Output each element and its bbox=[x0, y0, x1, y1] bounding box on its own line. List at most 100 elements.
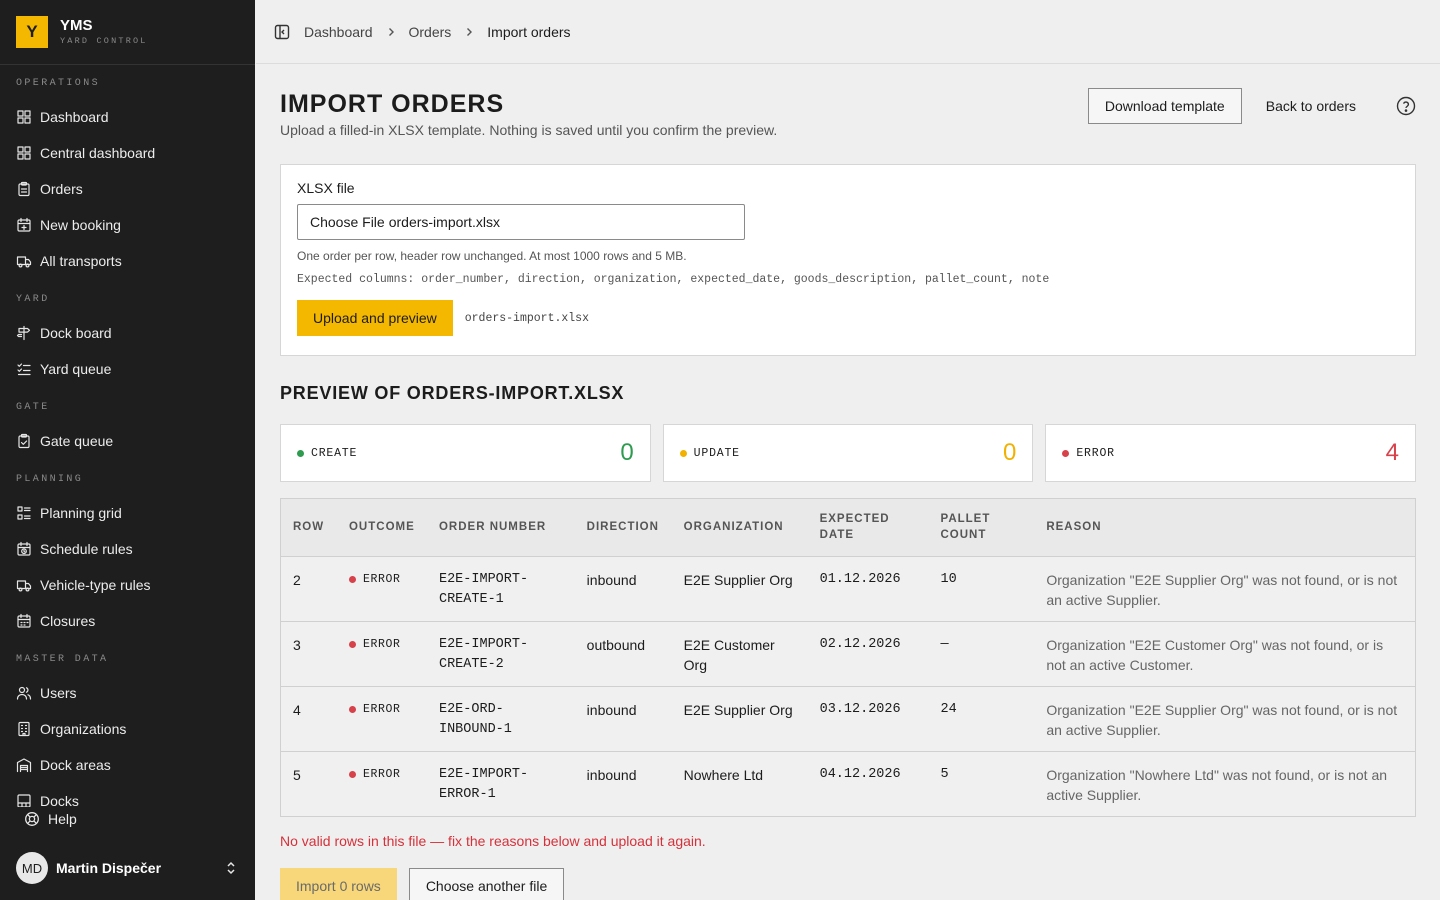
truck-icon bbox=[16, 580, 32, 592]
choose-another-file-button[interactable]: Choose another file bbox=[408, 868, 565, 900]
users-icon bbox=[16, 686, 32, 700]
cell-row: 5 bbox=[293, 766, 301, 783]
download-template-button[interactable]: Download template bbox=[1087, 88, 1242, 124]
outcome-label: ERROR bbox=[362, 637, 401, 651]
sidebar-item-dock-board[interactable]: Dock board bbox=[0, 315, 255, 351]
main: Dashboard Orders Import orders IMPORT OR… bbox=[256, 0, 1440, 900]
sidebar-item-new-booking[interactable]: New booking bbox=[0, 207, 255, 243]
cell-reason: Organization "E2E Supplier Org" was not … bbox=[1034, 686, 1415, 752]
sidebar-item-label: Users bbox=[40, 685, 77, 701]
brand: Y YMS YARD CONTROL bbox=[0, 0, 255, 65]
page-title: IMPORT ORDERS bbox=[280, 90, 505, 118]
cell-reason: Organization "E2E Customer Org" was not … bbox=[1034, 621, 1415, 687]
table-row: 3 ERROR E2E-IMPORT-CREATE-2 outbound E2E Cus… bbox=[281, 621, 1415, 687]
table-row: 5 ERROR E2E-IMPORT-ERROR-1 inbound Nowhere L… bbox=[281, 751, 1415, 816]
sidebar-item-gate-queue[interactable]: Gate queue bbox=[0, 423, 255, 459]
help-label: Help bbox=[48, 811, 77, 827]
cell-direction: inbound bbox=[574, 556, 672, 622]
column-header: EXPECTED DATE bbox=[807, 499, 929, 557]
cell-outcome: ERROR bbox=[337, 751, 427, 816]
sidebar-toggle-icon[interactable] bbox=[274, 24, 290, 40]
sidebar-item-yard-queue[interactable]: Yard queue bbox=[0, 351, 255, 387]
file-hint: One order per row, header row unchanged.… bbox=[297, 249, 687, 263]
sidebar-help[interactable]: Help bbox=[0, 801, 255, 837]
sidebar-item-label: Closures bbox=[40, 613, 96, 629]
cell-order-number: E2E-IMPORT-ERROR-1 bbox=[438, 766, 529, 802]
sidebar-item-label: Schedule rules bbox=[40, 541, 133, 557]
cell-organization: E2E Supplier Org bbox=[671, 686, 808, 752]
upload-preview-button[interactable]: Upload and preview bbox=[297, 300, 453, 336]
stat-error: ERROR 4 bbox=[1045, 424, 1417, 482]
status-dot bbox=[348, 706, 356, 713]
nav-section-title: MASTER DATA bbox=[16, 654, 109, 665]
sidebar-item-central-dashboard[interactable]: Central dashboard bbox=[0, 135, 255, 171]
sidebar-item-label: Planning grid bbox=[40, 505, 122, 521]
columns-hint: Expected columns: order_number, directio… bbox=[297, 273, 1050, 286]
stat-label: CREATE bbox=[311, 446, 358, 460]
sidebar-item-organizations[interactable]: Organizations bbox=[0, 711, 255, 747]
calendar-clock-icon bbox=[17, 541, 31, 556]
breadcrumb-dashboard[interactable]: Dashboard bbox=[304, 24, 373, 40]
page-header: IMPORT ORDERS Upload a filled-in XLSX te… bbox=[280, 90, 777, 138]
stat-value: 0 bbox=[1002, 439, 1017, 466]
cell-direction: inbound bbox=[586, 766, 637, 783]
brand-name: YMS bbox=[60, 17, 93, 34]
cell-reason: Organization "E2E Supplier Org" was not … bbox=[1034, 556, 1415, 622]
choose-file-button[interactable]: Choose File bbox=[310, 214, 385, 230]
sidebar-item-dock-areas[interactable]: Dock areas bbox=[0, 747, 255, 783]
building-icon bbox=[18, 721, 30, 737]
grid-list-icon bbox=[17, 506, 31, 520]
file-input[interactable]: Choose File orders-import.xlsx bbox=[297, 204, 745, 240]
sidebar-item-users[interactable]: Users bbox=[0, 675, 255, 711]
header-actions: Download template Back to orders bbox=[1087, 88, 1416, 124]
sidebar-item-schedule-rules[interactable]: Schedule rules bbox=[0, 531, 255, 567]
breadcrumb-current: Import orders bbox=[487, 23, 571, 40]
table-body: 2 ERROR E2E-IMPORT-CREATE-1 inbound E2E Supp… bbox=[281, 556, 1415, 816]
sidebar-item-vehicle-type-rules[interactable]: Vehicle-type rules bbox=[0, 567, 255, 603]
preview-table: ROW OUTCOME ORDER NUMBER DIRECTION ORGANIZAT… bbox=[280, 498, 1416, 817]
grid-icon bbox=[17, 110, 31, 124]
cell-expected-date: 04.12.2026 bbox=[819, 766, 901, 782]
cell-order-number: E2E-IMPORT-CREATE-1 bbox=[426, 556, 575, 622]
sidebar-item-label: Central dashboard bbox=[40, 145, 156, 161]
cell-pallet-count: — bbox=[928, 621, 1035, 687]
cell-pallet-count: 10 bbox=[928, 556, 1035, 622]
status-dot bbox=[297, 449, 304, 457]
cell-outcome: ERROR bbox=[336, 621, 427, 687]
breadcrumb-orders[interactable]: Orders bbox=[409, 24, 452, 40]
column-header: ORGANIZATION bbox=[671, 499, 808, 557]
sidebar-item-dashboard[interactable]: Dashboard bbox=[0, 99, 255, 135]
status-dot bbox=[1062, 449, 1070, 457]
sidebar-item-orders[interactable]: Orders bbox=[0, 171, 255, 207]
cell-row: 4 bbox=[281, 686, 337, 752]
user-menu[interactable]: MD Martin Dispečer bbox=[0, 846, 255, 890]
help-circle-icon[interactable] bbox=[1396, 96, 1416, 116]
cell-direction: outbound bbox=[574, 621, 672, 687]
status-dot bbox=[348, 641, 356, 648]
nav-section-title: PLANNING bbox=[16, 474, 84, 485]
chevron-right-icon bbox=[467, 27, 473, 36]
cell-expected-date: 02.12.2026 bbox=[807, 621, 929, 687]
signpost-icon bbox=[16, 325, 31, 341]
import-rows-button[interactable]: Import 0 rows bbox=[280, 868, 397, 900]
grid-icon bbox=[17, 146, 31, 160]
column-header: PALLET COUNT bbox=[928, 499, 1035, 557]
status-dot bbox=[679, 449, 687, 457]
sidebar-item-planning-grid[interactable]: Planning grid bbox=[0, 495, 255, 531]
sidebar-item-all-transports[interactable]: All transports bbox=[0, 243, 255, 279]
error-note: No valid rows in this file — fix the rea… bbox=[280, 833, 706, 849]
cell-outcome: ERROR bbox=[336, 556, 427, 622]
chevrons-up-down-icon bbox=[227, 861, 235, 875]
back-to-orders-button[interactable]: Back to orders bbox=[1250, 88, 1372, 124]
outcome-label: ERROR bbox=[362, 702, 401, 716]
file-input-value: orders-import.xlsx bbox=[388, 214, 500, 230]
cell-pallet-count: 24 bbox=[928, 686, 1035, 752]
sidebar-item-closures[interactable]: Closures bbox=[0, 603, 255, 639]
cell-expected-date: 01.12.2026 bbox=[807, 556, 929, 622]
status-dot bbox=[348, 771, 356, 778]
page-subtitle: Upload a filled-in XLSX template. Nothin… bbox=[280, 122, 778, 138]
sidebar-item-label: Dock board bbox=[40, 325, 112, 341]
cell-order-number: E2E-IMPORT-CREATE-2 bbox=[426, 621, 575, 687]
stat-value: 4 bbox=[1385, 439, 1400, 466]
footer-actions: Import 0 rows Choose another file bbox=[280, 868, 565, 900]
